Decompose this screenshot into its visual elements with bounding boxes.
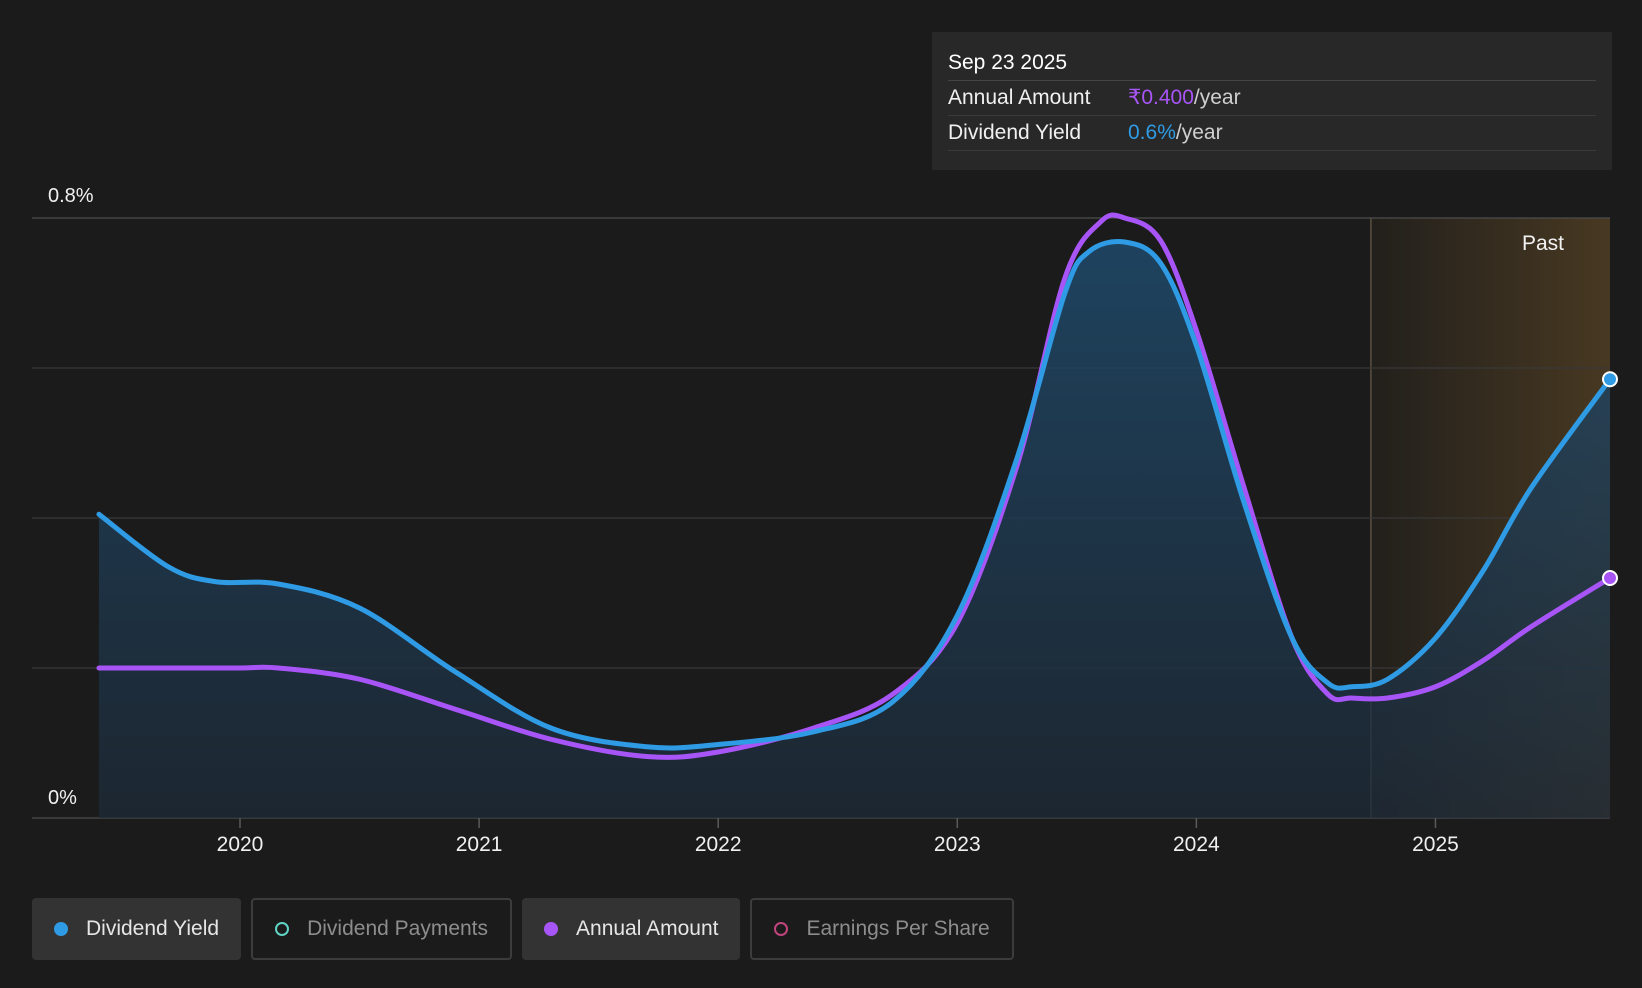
y-tick-label: 0% bbox=[48, 787, 77, 809]
x-tick-label: 2025 bbox=[1412, 833, 1459, 856]
tooltip-yield-row: Dividend Yield 0.6%/year bbox=[948, 116, 1596, 151]
legend-dividend-yield[interactable]: Dividend Yield bbox=[32, 898, 242, 960]
legend-label: Dividend Payments bbox=[307, 917, 489, 940]
filled-dot-icon bbox=[54, 922, 68, 936]
hover-tooltip: Sep 23 2025 Annual Amount ₹0.400/year Di… bbox=[932, 32, 1612, 170]
hollow-dot-icon bbox=[774, 922, 789, 936]
chart-legend: Dividend Yield Dividend Payments Annual … bbox=[32, 898, 1014, 960]
legend-label: Annual Amount bbox=[576, 917, 719, 940]
past-label: Past bbox=[1522, 232, 1564, 255]
x-tick-label: 2020 bbox=[217, 833, 264, 856]
tooltip-annual-value: ₹0.400 bbox=[1128, 86, 1194, 109]
filled-dot-icon bbox=[544, 922, 559, 936]
annual-amount-end-point bbox=[1602, 570, 1618, 586]
tooltip-annual-label: Annual Amount bbox=[948, 86, 1091, 109]
dividend-yield-end-point bbox=[1602, 371, 1618, 388]
hollow-dot-icon bbox=[275, 922, 290, 936]
tooltip-yield-value: 0.6% bbox=[1128, 121, 1176, 144]
x-tick-label: 2021 bbox=[456, 833, 503, 856]
tooltip-annual-unit: /year bbox=[1193, 86, 1241, 109]
x-tick-label: 2023 bbox=[934, 833, 981, 856]
tooltip-yield-label: Dividend Yield bbox=[948, 121, 1082, 144]
legend-dividend-payments[interactable]: Dividend Payments bbox=[251, 898, 513, 960]
y-tick-label: 0.8% bbox=[48, 185, 94, 207]
tooltip-yield-unit: /year bbox=[1175, 121, 1223, 144]
x-tick-label: 2024 bbox=[1173, 833, 1220, 856]
legend-label: Earnings Per Share bbox=[806, 917, 990, 940]
legend-label: Dividend Yield bbox=[86, 917, 220, 940]
legend-earnings-per-share[interactable]: Earnings Per Share bbox=[750, 898, 1014, 960]
x-tick-label: 2022 bbox=[695, 833, 742, 856]
tooltip-annual-row: Annual Amount ₹0.400/year bbox=[948, 81, 1596, 116]
legend-annual-amount[interactable]: Annual Amount bbox=[522, 898, 741, 960]
tooltip-date: Sep 23 2025 bbox=[948, 46, 1596, 81]
